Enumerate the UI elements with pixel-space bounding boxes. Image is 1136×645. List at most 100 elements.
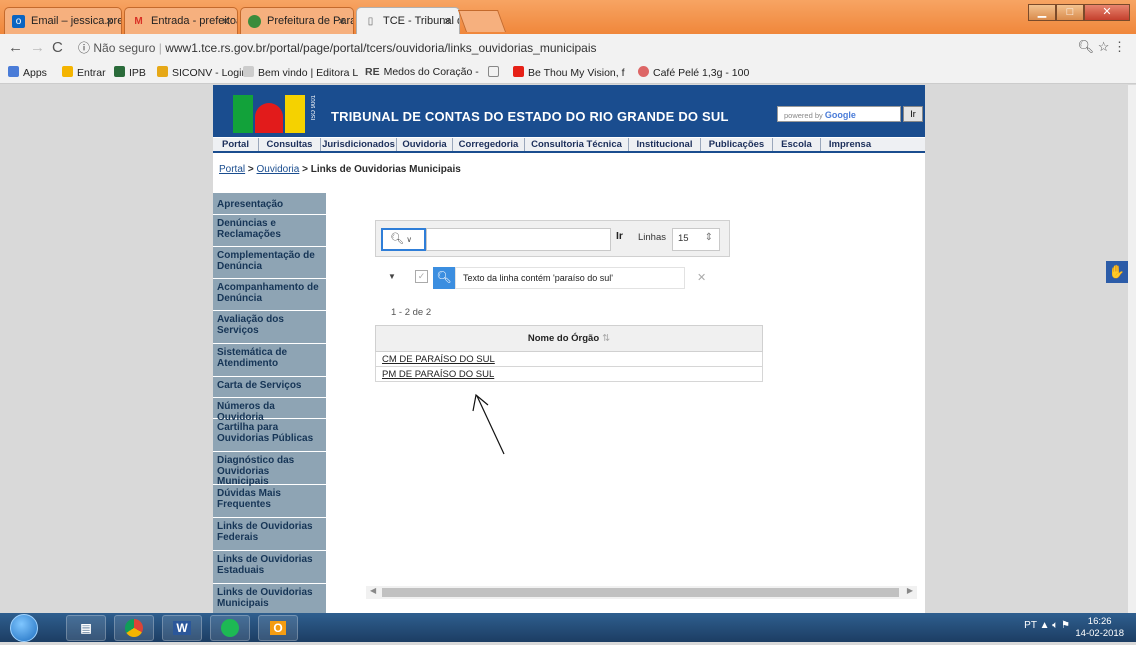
zoom-icon[interactable]: 🔍︎	[1078, 39, 1095, 54]
breadcrumb-portal[interactable]: Portal	[219, 164, 245, 175]
menu-apresentacao[interactable]: Apresentação	[213, 193, 326, 215]
minimize-icon[interactable]: ▁	[1028, 4, 1056, 21]
google-search-button[interactable]: Ir	[903, 106, 923, 122]
site-title: TRIBUNAL DE CONTAS DO ESTADO DO RIO GRAN…	[331, 109, 729, 124]
url-field[interactable]: ⓘ Não seguro | www1.tce.rs.gov.br/portal…	[78, 39, 597, 58]
page-viewport: ISO 9001 TRIBUNAL DE CONTAS DO ESTADO DO…	[0, 85, 1128, 613]
menu-duvidas[interactable]: Dúvidas Mais Frequentes	[213, 485, 326, 518]
new-tab-button[interactable]	[457, 10, 507, 32]
bookmark-cafe[interactable]: Café Pelé 1,3g - 100	[638, 66, 749, 79]
bookmark-ipb[interactable]: IPB	[114, 66, 146, 79]
horizontal-scrollbar[interactable]: ◀ ▶	[366, 586, 917, 599]
nav-escola[interactable]: Escola	[773, 138, 821, 151]
vertical-scrollbar[interactable]	[1128, 85, 1136, 613]
close-icon[interactable]: ×	[106, 14, 113, 28]
row-link[interactable]: CM DE PARAÍSO DO SUL	[382, 354, 495, 365]
tab-tce[interactable]: ▯ TCE - Tribunal de Contas ×	[356, 7, 460, 34]
spotify-icon[interactable]	[210, 615, 250, 641]
menu-acompanhamento[interactable]: Acompanhamento de Denúncia	[213, 279, 326, 311]
nav-publicacoes[interactable]: Publicações	[701, 138, 773, 151]
close-icon[interactable]: ×	[222, 14, 229, 28]
menu-sistematica[interactable]: Sistemática de Atendimento	[213, 344, 326, 377]
collapse-icon[interactable]: ▼	[388, 272, 396, 281]
menu-links-estaduais[interactable]: Links de Ouvidorias Estaduais	[213, 551, 326, 584]
menu-denuncias[interactable]: Denúncias e Reclamações	[213, 215, 326, 247]
nav-consultas[interactable]: Consultas	[259, 138, 321, 151]
bookmark-entrar[interactable]: Entrar	[62, 66, 106, 79]
scroll-left-icon[interactable]: ◀	[370, 586, 376, 595]
go-button[interactable]: Ir	[616, 230, 623, 242]
page-icon: ▯	[367, 16, 374, 27]
search-column-select[interactable]: 🔍︎ ∨	[381, 228, 426, 251]
word-icon[interactable]: W	[162, 615, 202, 641]
star-icon[interactable]: ☆	[1098, 39, 1110, 54]
bookmarks-bar: Apps Entrar IPB SICONV - Login Bem vindo…	[0, 62, 1136, 84]
menu-links-federais[interactable]: Links de Ouvidorias Federais	[213, 518, 326, 551]
address-actions: 🔍︎ ☆ ⋮	[1078, 39, 1126, 55]
volume-icon[interactable]: 🔈︎	[1052, 620, 1058, 631]
filter-checkbox[interactable]: ✓	[415, 270, 428, 283]
outlook-icon: o	[12, 15, 25, 28]
rows-select[interactable]: 15 ⇕	[672, 228, 720, 251]
tray-arrow-icon[interactable]: ▲	[1040, 620, 1050, 631]
annotation-arrow	[472, 393, 505, 455]
google-search-input[interactable]: powered by Google	[777, 106, 901, 122]
remove-filter-icon[interactable]: ✕	[697, 271, 706, 284]
back-icon[interactable]: ←	[8, 39, 23, 56]
bookmark-youtube[interactable]: Be Thou My Vision, f	[513, 66, 625, 79]
column-header[interactable]: Nome do Órgão ⇅	[375, 325, 763, 352]
menu-avaliacao[interactable]: Avaliação dos Serviços	[213, 311, 326, 344]
breadcrumb-current: Links de Ouvidorias Municipais	[310, 164, 461, 175]
bookmark-medos[interactable]: RE Medos do Coração -	[365, 66, 479, 78]
menu-links-municipais[interactable]: Links de Ouvidorias Municipais	[213, 584, 326, 613]
filter-text[interactable]: Texto da linha contém 'paraíso do sul'	[455, 267, 685, 289]
bookmark-apps[interactable]: Apps	[8, 66, 47, 79]
site-nav: Portal Consultas Jurisdicionados Ouvidor…	[213, 138, 925, 153]
nav-portal[interactable]: Portal	[213, 138, 259, 151]
close-icon[interactable]: ×	[338, 14, 345, 28]
nav-ouvidoria[interactable]: Ouvidoria	[397, 138, 453, 151]
windows-taskbar: ▤ W O PT ▲ 🔈︎ ⚑ 16:26 14-02-2018	[0, 613, 1136, 642]
maximize-icon[interactable]: □	[1056, 4, 1084, 21]
nav-imprensa[interactable]: Imprensa	[821, 138, 879, 151]
row-link[interactable]: PM DE PARAÍSO DO SUL	[382, 369, 494, 380]
clock[interactable]: 16:26 14-02-2018	[1075, 616, 1124, 640]
nav-corregedoria[interactable]: Corregedoria	[453, 138, 525, 151]
menu-numeros[interactable]: Números da Ouvidoria	[213, 398, 326, 422]
start-button[interactable]	[10, 614, 38, 642]
nav-consultoria[interactable]: Consultoria Técnica	[525, 138, 629, 151]
scroll-thumb[interactable]	[382, 588, 899, 597]
breadcrumb-ouvidoria[interactable]: Ouvidoria	[257, 164, 300, 175]
report-toolbar: 🔍︎ ∨ Ir Linhas 15 ⇕	[375, 220, 730, 257]
nav-jurisdicionados[interactable]: Jurisdicionados	[321, 138, 397, 151]
table-row: PM DE PARAÍSO DO SUL	[375, 367, 763, 382]
close-window-icon[interactable]: ✕	[1084, 4, 1130, 21]
outlook-taskbar-icon[interactable]: O	[258, 615, 298, 641]
chrome-icon[interactable]	[114, 615, 154, 641]
bookmark-siconv[interactable]: SICONV - Login	[157, 66, 247, 79]
flag-icon[interactable]: ⚑	[1061, 620, 1070, 631]
search-input[interactable]	[426, 228, 611, 251]
menu-cartilha[interactable]: Cartilha para Ouvidorias Públicas	[213, 419, 326, 452]
bookmark-editora[interactable]: Bem vindo | Editora L	[243, 66, 358, 79]
reload-icon[interactable]: C	[52, 39, 63, 56]
tab-gmail[interactable]: M Entrada - prefeitoarturlu: ×	[124, 7, 238, 34]
sign-language-icon[interactable]: ✋	[1106, 261, 1128, 283]
close-icon[interactable]: ×	[444, 14, 451, 28]
menu-complementacao[interactable]: Complementação de Denúncia	[213, 247, 326, 279]
filter-search-icon[interactable]: 🔍︎	[433, 267, 455, 289]
tab-prefeitura[interactable]: Prefeitura de Paraíso do ×	[240, 7, 354, 34]
menu-carta[interactable]: Carta de Serviços	[213, 377, 326, 398]
menu-diagnostico[interactable]: Diagnóstico das Ouvidorias Municipais	[213, 452, 326, 487]
menu-icon[interactable]: ⋮	[1113, 39, 1126, 54]
tce-logo[interactable]	[233, 95, 308, 133]
scroll-right-icon[interactable]: ▶	[907, 586, 913, 595]
file-explorer-icon[interactable]: ▤	[66, 615, 106, 641]
tab-email[interactable]: o Email – jessica.prefeitura: ×	[4, 7, 122, 34]
chevron-down-icon: ∨	[403, 235, 413, 244]
filter-row: ▼ ✓ 🔍︎ Texto da linha contém 'paraíso do…	[375, 267, 730, 291]
bookmark-page[interactable]	[488, 66, 503, 79]
forward-icon[interactable]: →	[30, 39, 45, 56]
info-icon[interactable]: ⓘ	[78, 41, 90, 55]
nav-institucional[interactable]: Institucional	[629, 138, 701, 151]
